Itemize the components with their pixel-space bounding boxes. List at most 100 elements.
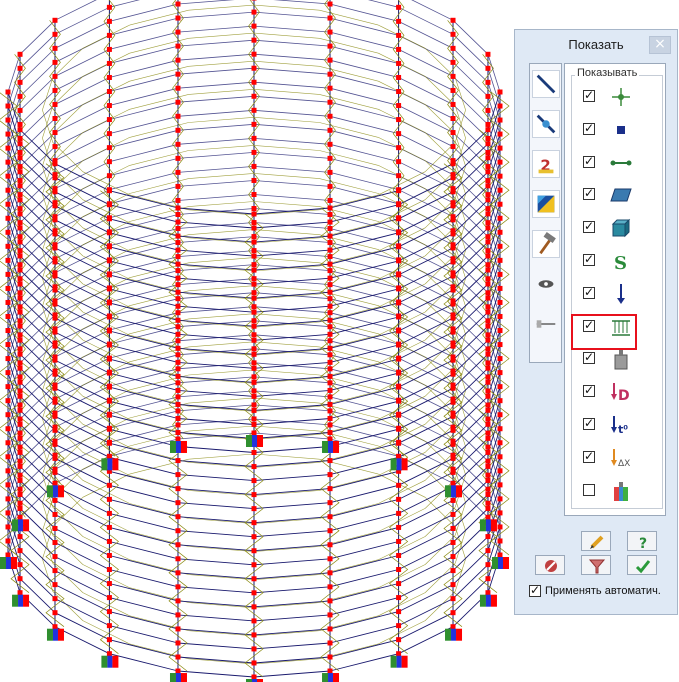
node-marker [106, 496, 112, 502]
node-marker [5, 89, 11, 95]
node-marker [17, 107, 23, 113]
tool-button-hammer[interactable] [532, 230, 560, 258]
node-marker [327, 275, 333, 281]
node-marker [251, 276, 257, 282]
support-marker [333, 440, 340, 453]
node-marker [5, 285, 11, 291]
node-marker [175, 282, 181, 288]
node-marker [485, 234, 491, 240]
display-option-checkbox[interactable] [583, 252, 595, 266]
apply-check-button[interactable] [627, 555, 657, 575]
close-button[interactable]: × [649, 36, 671, 54]
node-marker [450, 270, 456, 276]
node-marker [251, 660, 257, 666]
display-option-weight[interactable] [583, 349, 653, 373]
node-marker [497, 257, 503, 263]
display-option-displacement-load[interactable]: D [583, 382, 653, 406]
display-option-point-load-arrow[interactable] [583, 283, 653, 308]
node-marker [175, 408, 181, 414]
node-marker [251, 65, 257, 71]
node-marker [396, 439, 402, 445]
display-option-checkbox[interactable] [583, 483, 595, 496]
support-marker [445, 628, 452, 641]
node-marker [396, 355, 402, 361]
support-marker [333, 673, 340, 682]
node-marker [106, 32, 112, 38]
tool-button-line-element[interactable] [532, 70, 560, 98]
help-button[interactable]: ? [627, 531, 657, 551]
display-option-section-s[interactable]: S [583, 251, 653, 275]
node-marker [485, 421, 491, 427]
node-marker [485, 590, 491, 596]
node-marker [5, 538, 11, 544]
support-marker [169, 440, 176, 453]
node-marker [396, 257, 402, 263]
display-option-checkbox[interactable] [583, 88, 595, 102]
display-option-square-point[interactable] [583, 120, 653, 144]
auto-apply-option[interactable]: Применять автоматич. [529, 583, 679, 602]
filter-button[interactable] [581, 555, 611, 575]
display-option-delta-x-load[interactable]: ΔX [583, 448, 653, 472]
temperature-load-icon: t⁰ [611, 416, 628, 436]
display-option-colored-weight[interactable] [583, 481, 653, 505]
display-mode-toolbar: 2 [529, 63, 562, 363]
node-marker [251, 430, 257, 436]
support-marker [112, 458, 119, 471]
node-marker [396, 581, 402, 587]
support-marker [445, 485, 452, 498]
support-marker [18, 594, 24, 607]
node-marker [175, 345, 181, 351]
node-marker [251, 253, 257, 259]
node-marker [450, 242, 456, 248]
tool-button-color-scale[interactable] [532, 190, 560, 218]
node-marker [175, 85, 181, 91]
tool-button-eye[interactable] [532, 270, 560, 298]
node-marker [175, 211, 181, 217]
display-option-solid-element[interactable] [583, 218, 653, 242]
display-option-checkbox[interactable] [583, 219, 595, 234]
node-marker [175, 422, 181, 428]
display-option-bar-element[interactable] [583, 153, 653, 177]
display-option-checkbox[interactable] [583, 121, 595, 135]
tool-button-node-element[interactable] [532, 110, 560, 138]
node-marker [396, 89, 402, 95]
display-option-temperature-load[interactable]: t⁰ [583, 415, 653, 439]
node-marker [251, 318, 257, 324]
eraser-button[interactable] [535, 555, 565, 575]
tool-button-pin[interactable] [532, 310, 560, 338]
bar-element-icon [610, 160, 632, 166]
node-marker [485, 332, 491, 338]
node-marker [327, 436, 333, 442]
node-marker [251, 421, 257, 427]
support-marker [101, 655, 108, 668]
node-marker [485, 295, 491, 301]
node-marker [450, 214, 456, 220]
display-option-checkbox[interactable] [583, 449, 595, 463]
display-option-checkbox[interactable] [583, 416, 595, 430]
node-marker [52, 172, 58, 178]
node-marker [251, 365, 257, 371]
node-marker [52, 610, 58, 616]
node-marker [396, 271, 402, 277]
auto-apply-checkbox[interactable] [529, 583, 541, 597]
square-point-icon [617, 125, 625, 134]
display-option-checkbox[interactable] [583, 154, 595, 168]
display-option-checkbox[interactable] [583, 186, 595, 201]
node-marker [251, 37, 257, 43]
tool-button-numbering[interactable]: 2 [532, 150, 560, 178]
node-marker [175, 205, 181, 211]
node-marker [396, 4, 402, 10]
display-option-checkbox[interactable] [583, 285, 595, 299]
node-marker [396, 313, 402, 319]
node-marker [450, 144, 456, 150]
node-marker [175, 394, 181, 400]
eye-icon [538, 280, 554, 288]
node-marker [396, 425, 402, 431]
support-marker [485, 594, 491, 607]
display-option-checkbox[interactable] [583, 383, 595, 398]
display-option-plate-element[interactable] [583, 185, 653, 209]
display-option-node[interactable] [583, 87, 653, 111]
node-marker [175, 359, 181, 365]
display-option-checkbox[interactable] [583, 350, 595, 365]
pencil-button[interactable] [581, 531, 611, 551]
